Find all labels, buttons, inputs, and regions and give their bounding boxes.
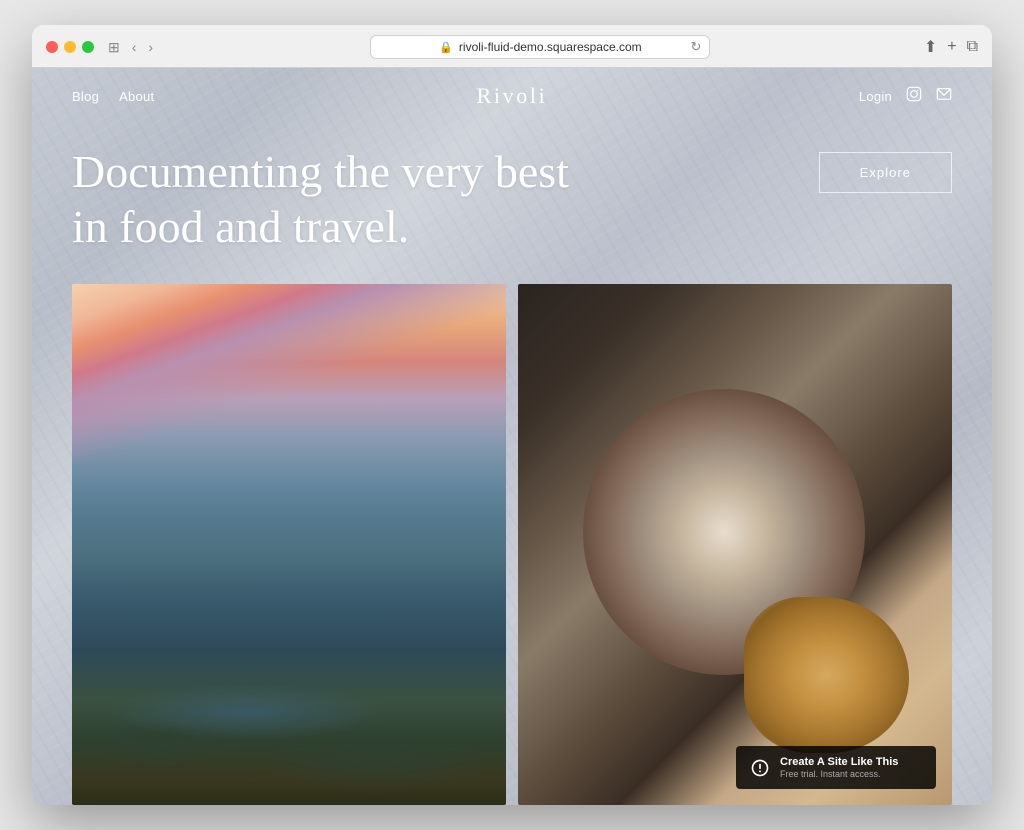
- nav-link-login[interactable]: Login: [859, 89, 892, 104]
- browser-actions: ⬆ + ⧉: [924, 37, 978, 57]
- site-brand[interactable]: Rivoli: [477, 83, 548, 109]
- reload-icon[interactable]: ↻: [691, 39, 702, 55]
- traffic-lights: [46, 41, 94, 53]
- coastal-image: [72, 284, 506, 805]
- nav-right: Login: [859, 86, 952, 106]
- close-button[interactable]: [46, 41, 58, 53]
- add-tab-icon[interactable]: +: [947, 38, 956, 56]
- email-icon[interactable]: [936, 86, 952, 106]
- back-button[interactable]: ‹: [128, 37, 141, 57]
- site-navigation: Blog About Rivoli Login: [32, 68, 992, 124]
- squarespace-badge-title: Create A Site Like This: [780, 756, 898, 768]
- hero-section: Blog About Rivoli Login: [32, 68, 992, 805]
- nav-link-blog[interactable]: Blog: [72, 89, 99, 104]
- minimize-button[interactable]: [64, 41, 76, 53]
- squarespace-logo-icon: [750, 758, 770, 778]
- coffee-image: Create A Site Like This Free trial. Inst…: [518, 284, 952, 805]
- nav-left: Blog About: [72, 89, 154, 104]
- sidebar-toggle-icon[interactable]: ⊞: [104, 37, 124, 58]
- browser-chrome: ⊞ ‹ › 🔒 rivoli-fluid-demo.squarespace.co…: [32, 25, 992, 68]
- squarespace-badge[interactable]: Create A Site Like This Free trial. Inst…: [736, 746, 936, 789]
- forward-button[interactable]: ›: [144, 37, 157, 57]
- address-bar[interactable]: 🔒 rivoli-fluid-demo.squarespace.com ↻: [370, 35, 710, 59]
- hero-content: Documenting the very best in food and tr…: [32, 124, 992, 284]
- lock-icon: 🔒: [439, 41, 453, 54]
- tab-manager-icon[interactable]: ⧉: [967, 38, 978, 56]
- address-bar-wrap: 🔒 rivoli-fluid-demo.squarespace.com ↻: [167, 35, 914, 59]
- website: Blog About Rivoli Login: [32, 68, 992, 805]
- maximize-button[interactable]: [82, 41, 94, 53]
- browser-controls: ⊞ ‹ ›: [104, 37, 157, 58]
- nav-link-about[interactable]: About: [119, 89, 154, 104]
- browser-window: ⊞ ‹ › 🔒 rivoli-fluid-demo.squarespace.co…: [32, 25, 992, 805]
- images-grid: Create A Site Like This Free trial. Inst…: [32, 284, 992, 805]
- share-icon[interactable]: ⬆: [924, 37, 937, 57]
- explore-button[interactable]: Explore: [819, 152, 952, 193]
- hero-headline: Documenting the very best in food and tr…: [72, 144, 612, 254]
- squarespace-badge-text: Create A Site Like This Free trial. Inst…: [780, 756, 898, 779]
- url-text: rivoli-fluid-demo.squarespace.com: [459, 40, 642, 54]
- instagram-icon[interactable]: [906, 86, 922, 106]
- squarespace-badge-subtitle: Free trial. Instant access.: [780, 769, 898, 779]
